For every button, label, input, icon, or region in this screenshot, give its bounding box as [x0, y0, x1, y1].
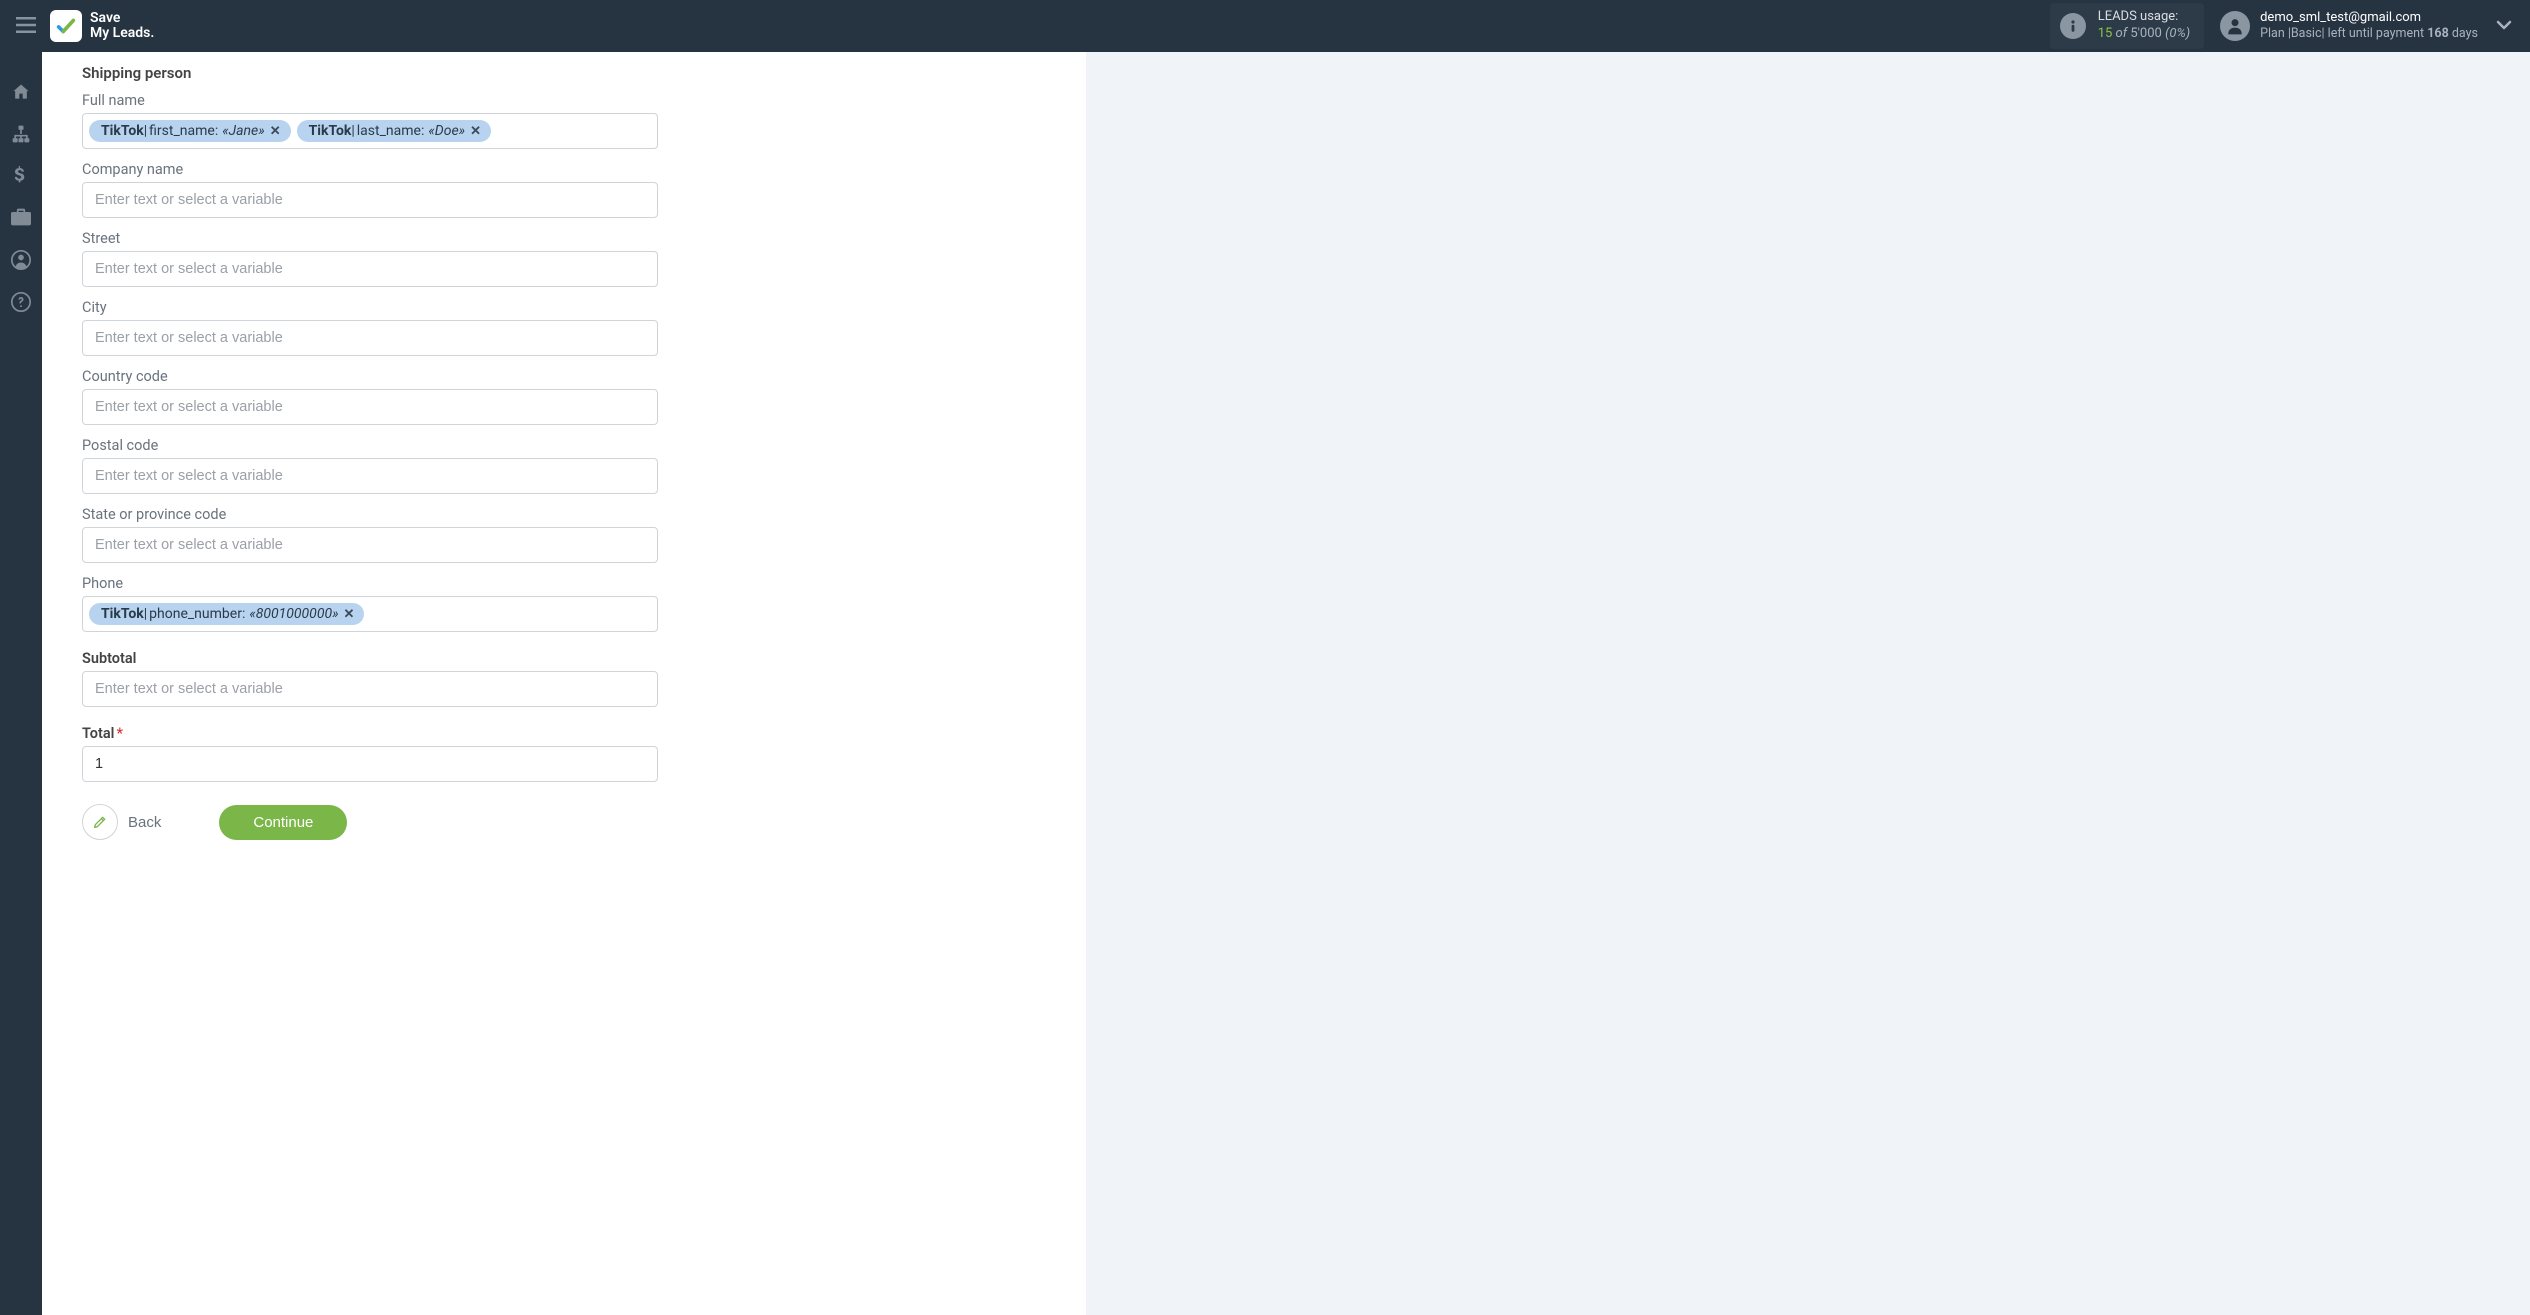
chip-last-name[interactable]: TikTok | last_name: «Doe» ✕ [297, 120, 491, 142]
chevron-down-icon[interactable] [2496, 18, 2512, 34]
logo-checkmark-icon [50, 10, 82, 42]
label-state-code: State or province code [82, 506, 1046, 523]
text-input-total[interactable] [89, 751, 651, 777]
form-card: Shipping person Full name TikTok | first… [42, 52, 1086, 1315]
usage-label: LEADS usage: [2098, 9, 2190, 26]
usage-text: LEADS usage: 15 of 5'000 (0%) [2098, 9, 2190, 43]
text-input-state-code[interactable] [89, 532, 651, 558]
input-postal-code[interactable] [82, 458, 658, 494]
label-total: Total* [82, 725, 1046, 742]
field-country-code: Country code [82, 368, 1046, 425]
pencil-icon [82, 804, 118, 840]
account-plan: Plan |Basic| left until payment 168 days [2260, 26, 2478, 42]
input-company-name[interactable] [82, 182, 658, 218]
usage-percent: (0%) [2165, 26, 2190, 41]
chip-value: «Jane» [222, 123, 264, 139]
text-input-company-name[interactable] [89, 187, 651, 213]
label-country-code: Country code [82, 368, 1046, 385]
account-widget[interactable]: demo_sml_test@gmail.com Plan |Basic| lef… [2220, 10, 2478, 42]
field-street: Street [82, 230, 1046, 287]
chip-source: TikTok [101, 606, 144, 622]
chip-phone-number[interactable]: TikTok | phone_number: «8001000000» ✕ [89, 603, 364, 625]
info-icon [2060, 13, 2086, 39]
sidebar-nav [0, 52, 42, 1315]
field-total: Total* [82, 725, 1046, 782]
label-street: Street [82, 230, 1046, 247]
hamburger-icon [16, 13, 36, 38]
menu-toggle-button[interactable] [8, 9, 44, 43]
text-input-city[interactable] [89, 325, 651, 351]
field-state-code: State or province code [82, 506, 1046, 563]
chip-key: first_name: [149, 123, 218, 139]
back-button[interactable]: Back [82, 804, 161, 840]
text-input-postal-code[interactable] [89, 463, 651, 489]
back-button-label: Back [128, 814, 161, 831]
label-city: City [82, 299, 1046, 316]
user-icon[interactable] [11, 250, 31, 270]
home-icon[interactable] [11, 82, 31, 102]
input-total[interactable] [82, 746, 658, 782]
input-country-code[interactable] [82, 389, 658, 425]
text-input-subtotal[interactable] [89, 676, 651, 702]
text-input-country-code[interactable] [89, 394, 651, 420]
usage-of-word: of [2116, 26, 2128, 41]
chip-value: «Doe» [428, 123, 465, 139]
required-indicator: * [116, 725, 123, 742]
account-email: demo_sml_test@gmail.com [2260, 10, 2478, 26]
brand-line1: Save [90, 11, 154, 26]
label-subtotal: Subtotal [82, 650, 1046, 667]
chip-key: phone_number: [149, 606, 245, 622]
chip-remove-icon[interactable]: ✕ [470, 124, 481, 139]
input-city[interactable] [82, 320, 658, 356]
label-phone: Phone [82, 575, 1046, 592]
label-full-name: Full name [82, 92, 1046, 109]
content-area: Shipping person Full name TikTok | first… [42, 52, 2530, 1315]
chip-remove-icon[interactable]: ✕ [270, 124, 281, 139]
form-actions: Back Continue [82, 804, 1046, 840]
chip-first-name[interactable]: TikTok | first_name: «Jane» ✕ [89, 120, 291, 142]
field-city: City [82, 299, 1046, 356]
usage-current: 15 [2098, 26, 2113, 41]
field-full-name: Full name TikTok | first_name: «Jane» ✕ … [82, 92, 1046, 149]
chip-source: TikTok [309, 123, 352, 139]
label-postal-code: Postal code [82, 437, 1046, 454]
dollar-icon[interactable] [11, 166, 31, 186]
usage-widget[interactable]: LEADS usage: 15 of 5'000 (0%) [2050, 3, 2204, 49]
brand-name: Save My Leads. [90, 11, 154, 42]
continue-button[interactable]: Continue [219, 805, 347, 840]
usage-total: 5'000 [2130, 26, 2162, 41]
chip-key: last_name: [357, 123, 425, 139]
input-subtotal[interactable] [82, 671, 658, 707]
briefcase-icon[interactable] [11, 208, 31, 228]
input-state-code[interactable] [82, 527, 658, 563]
text-input-street[interactable] [89, 256, 651, 282]
chip-value: «8001000000» [249, 606, 338, 622]
account-text: demo_sml_test@gmail.com Plan |Basic| lef… [2260, 10, 2478, 42]
chip-source: TikTok [101, 123, 144, 139]
help-icon[interactable] [11, 292, 31, 312]
field-subtotal: Subtotal [82, 650, 1046, 707]
brand-line2: My Leads. [90, 26, 154, 41]
input-street[interactable] [82, 251, 658, 287]
label-company-name: Company name [82, 161, 1046, 178]
chip-remove-icon[interactable]: ✕ [344, 607, 355, 622]
input-phone[interactable]: TikTok | phone_number: «8001000000» ✕ [82, 596, 658, 632]
app-header: Save My Leads. LEADS usage: 15 of 5'000 … [0, 0, 2530, 52]
section-title-shipping-person: Shipping person [82, 64, 1046, 82]
field-phone: Phone TikTok | phone_number: «8001000000… [82, 575, 1046, 632]
input-full-name[interactable]: TikTok | first_name: «Jane» ✕ TikTok | l… [82, 113, 658, 149]
brand-logo[interactable]: Save My Leads. [50, 10, 154, 42]
field-company-name: Company name [82, 161, 1046, 218]
field-postal-code: Postal code [82, 437, 1046, 494]
avatar-icon [2220, 11, 2250, 41]
sitemap-icon[interactable] [11, 124, 31, 144]
